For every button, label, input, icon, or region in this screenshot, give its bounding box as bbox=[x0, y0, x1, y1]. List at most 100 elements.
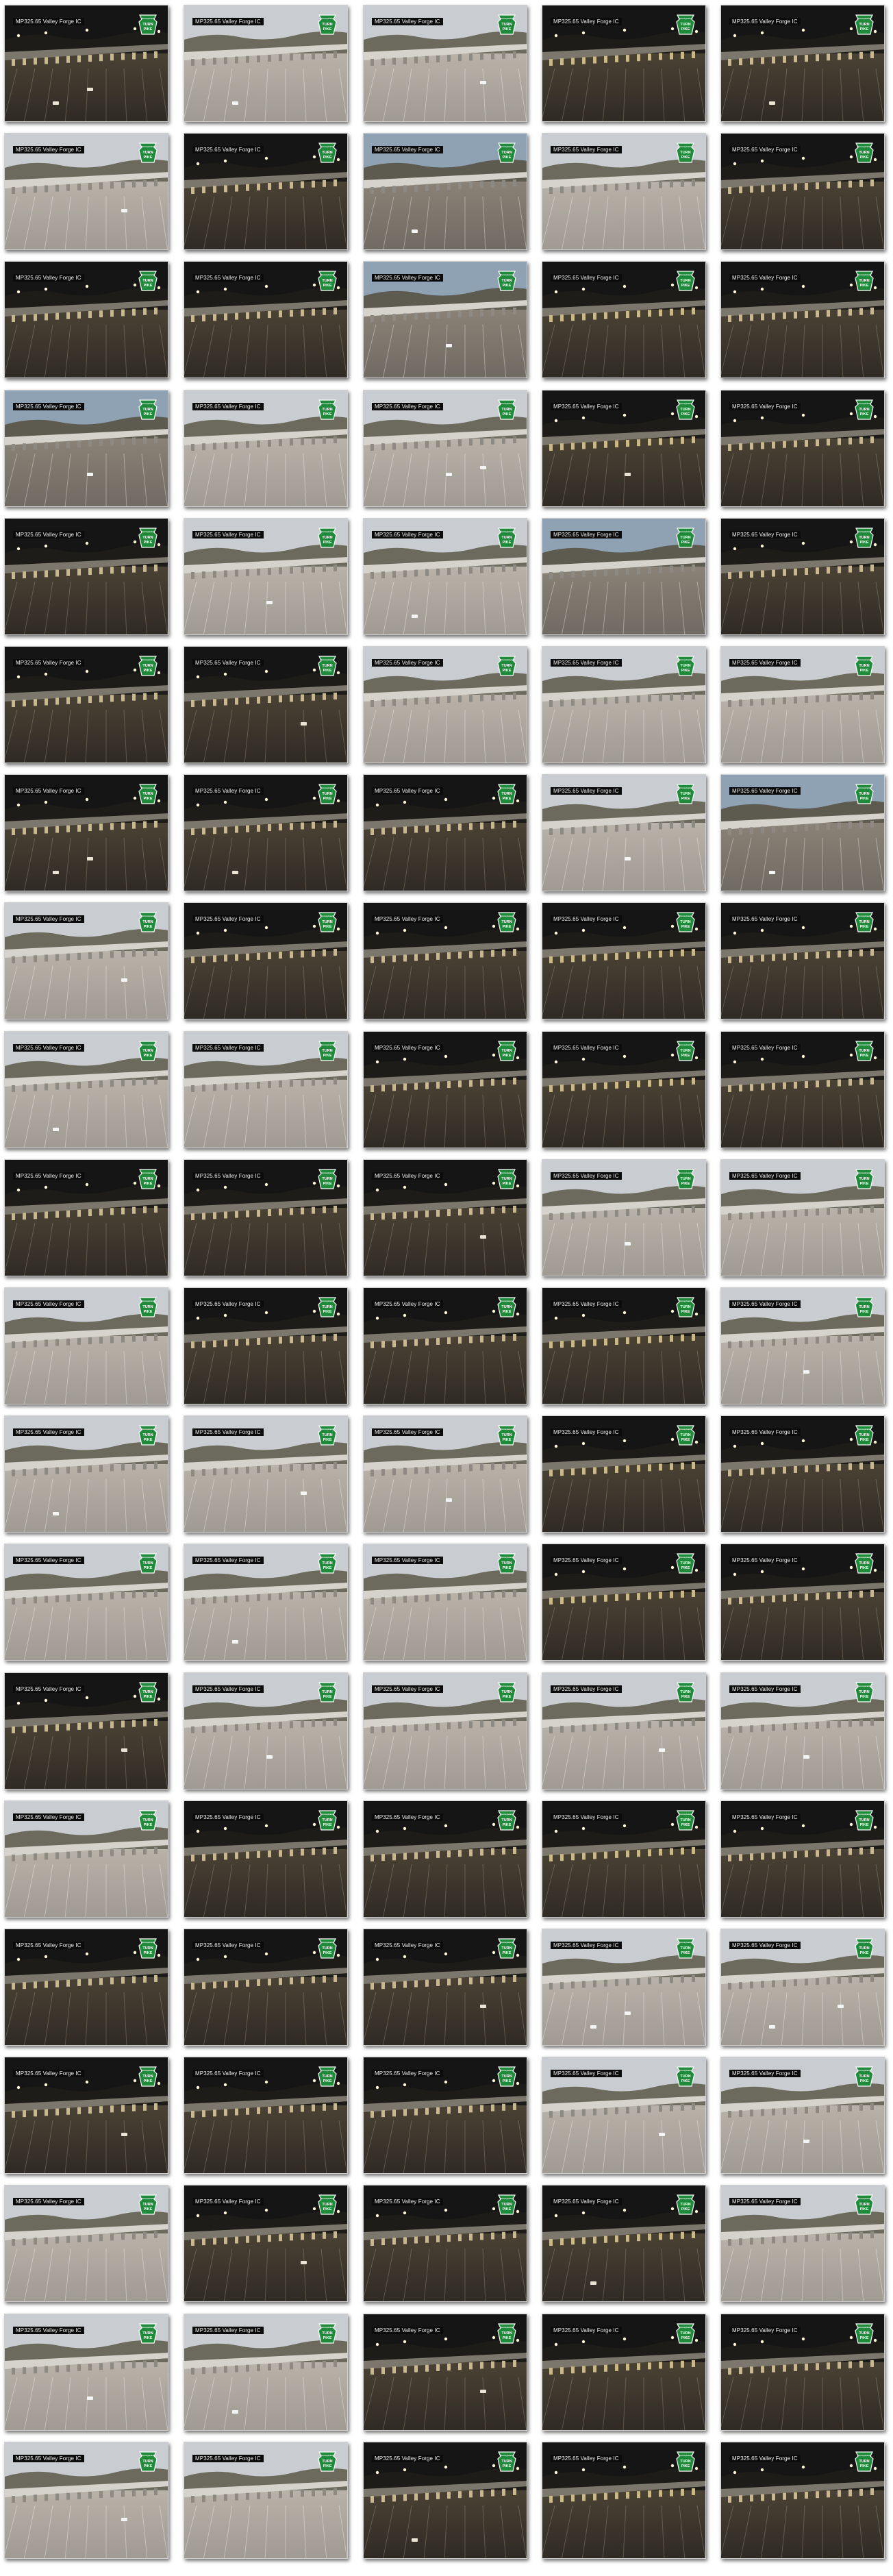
camera-thumbnail[interactable]: MP325.65 Valley Forge IC Pennsylvania TURN… bbox=[4, 646, 168, 763]
camera-thumbnail[interactable]: MP325.65 Valley Forge IC Pennsylvania TURN… bbox=[4, 1287, 168, 1404]
camera-thumbnail[interactable]: MP325.65 Valley Forge IC Pennsylvania TURN… bbox=[184, 774, 348, 891]
camera-thumbnail[interactable]: MP325.65 Valley Forge IC Pennsylvania TURN… bbox=[720, 2442, 885, 2559]
camera-thumbnail[interactable]: MP325.65 Valley Forge IC Pennsylvania TURN… bbox=[720, 390, 885, 507]
camera-thumbnail[interactable]: MP325.65 Valley Forge IC Pennsylvania TURN… bbox=[184, 1031, 348, 1148]
camera-thumbnail[interactable]: MP325.65 Valley Forge IC Pennsylvania TURN… bbox=[720, 1929, 885, 2046]
camera-thumbnail[interactable]: MP325.65 Valley Forge IC Pennsylvania TURN… bbox=[363, 261, 527, 378]
camera-thumbnail[interactable]: MP325.65 Valley Forge IC Pennsylvania TURN… bbox=[184, 5, 348, 122]
camera-thumbnail[interactable]: MP325.65 Valley Forge IC Pennsylvania TURN… bbox=[542, 261, 706, 378]
camera-thumbnail[interactable]: MP325.65 Valley Forge IC Pennsylvania TURN… bbox=[542, 1031, 706, 1148]
camera-thumbnail[interactable]: MP325.65 Valley Forge IC Pennsylvania TURN… bbox=[4, 2442, 168, 2559]
camera-thumbnail[interactable]: MP325.65 Valley Forge IC Pennsylvania TURN… bbox=[542, 2314, 706, 2431]
camera-thumbnail[interactable]: MP325.65 Valley Forge IC Pennsylvania TURN… bbox=[363, 2185, 527, 2302]
camera-thumbnail[interactable]: MP325.65 Valley Forge IC Pennsylvania TURN… bbox=[184, 1544, 348, 1661]
camera-thumbnail[interactable]: MP325.65 Valley Forge IC Pennsylvania TURN… bbox=[363, 1672, 527, 1789]
camera-thumbnail[interactable]: MP325.65 Valley Forge IC Pennsylvania TURN… bbox=[4, 1800, 168, 1918]
camera-thumbnail[interactable]: MP325.65 Valley Forge IC Pennsylvania TURN… bbox=[184, 2442, 348, 2559]
camera-thumbnail[interactable]: MP325.65 Valley Forge IC Pennsylvania TURN… bbox=[542, 2185, 706, 2302]
camera-thumbnail[interactable]: MP325.65 Valley Forge IC Pennsylvania TURN… bbox=[184, 1159, 348, 1276]
camera-thumbnail[interactable]: MP325.65 Valley Forge IC Pennsylvania TURN… bbox=[184, 1800, 348, 1918]
camera-thumbnail[interactable]: MP325.65 Valley Forge IC Pennsylvania TURN… bbox=[4, 2057, 168, 2174]
camera-thumbnail[interactable]: MP325.65 Valley Forge IC Pennsylvania TURN… bbox=[4, 1031, 168, 1148]
camera-thumbnail[interactable]: MP325.65 Valley Forge IC Pennsylvania TURN… bbox=[184, 1929, 348, 2046]
camera-thumbnail[interactable]: MP325.65 Valley Forge IC Pennsylvania TURN… bbox=[720, 133, 885, 250]
camera-thumbnail[interactable]: MP325.65 Valley Forge IC Pennsylvania TURN… bbox=[542, 390, 706, 507]
camera-thumbnail[interactable]: MP325.65 Valley Forge IC Pennsylvania TURN… bbox=[363, 1159, 527, 1276]
camera-thumbnail[interactable]: MP325.65 Valley Forge IC Pennsylvania TURN… bbox=[184, 646, 348, 763]
camera-thumbnail[interactable]: MP325.65 Valley Forge IC Pennsylvania TURN… bbox=[363, 1031, 527, 1148]
camera-thumbnail[interactable]: MP325.65 Valley Forge IC Pennsylvania TURN… bbox=[720, 1672, 885, 1789]
camera-thumbnail[interactable]: MP325.65 Valley Forge IC Pennsylvania TURN… bbox=[542, 518, 706, 635]
camera-thumbnail[interactable]: MP325.65 Valley Forge IC Pennsylvania TURN… bbox=[4, 2185, 168, 2302]
camera-thumbnail[interactable]: MP325.65 Valley Forge IC Pennsylvania TURN… bbox=[720, 902, 885, 1019]
camera-thumbnail[interactable]: MP325.65 Valley Forge IC Pennsylvania TURN… bbox=[4, 133, 168, 250]
camera-thumbnail[interactable]: MP325.65 Valley Forge IC Pennsylvania TURN… bbox=[184, 1415, 348, 1533]
camera-thumbnail[interactable]: MP325.65 Valley Forge IC Pennsylvania TURN… bbox=[720, 2314, 885, 2431]
camera-thumbnail[interactable]: MP325.65 Valley Forge IC Pennsylvania TURN… bbox=[363, 1800, 527, 1918]
camera-thumbnail[interactable]: MP325.65 Valley Forge IC Pennsylvania TURN… bbox=[363, 902, 527, 1019]
camera-thumbnail[interactable]: MP325.65 Valley Forge IC Pennsylvania TURN… bbox=[542, 1159, 706, 1276]
camera-thumbnail[interactable]: MP325.65 Valley Forge IC Pennsylvania TURN… bbox=[4, 774, 168, 891]
camera-thumbnail[interactable]: MP325.65 Valley Forge IC Pennsylvania TURN… bbox=[4, 1929, 168, 2046]
camera-thumbnail[interactable]: MP325.65 Valley Forge IC Pennsylvania TURN… bbox=[363, 390, 527, 507]
camera-thumbnail[interactable]: MP325.65 Valley Forge IC Pennsylvania TURN… bbox=[542, 133, 706, 250]
camera-thumbnail[interactable]: MP325.65 Valley Forge IC Pennsylvania TURN… bbox=[720, 1287, 885, 1404]
camera-thumbnail[interactable]: MP325.65 Valley Forge IC Pennsylvania TURN… bbox=[720, 518, 885, 635]
camera-thumbnail[interactable]: MP325.65 Valley Forge IC Pennsylvania TURN… bbox=[542, 1672, 706, 1789]
camera-thumbnail[interactable]: MP325.65 Valley Forge IC Pennsylvania TURN… bbox=[542, 1415, 706, 1533]
camera-thumbnail[interactable]: MP325.65 Valley Forge IC Pennsylvania TURN… bbox=[184, 1287, 348, 1404]
camera-thumbnail[interactable]: MP325.65 Valley Forge IC Pennsylvania TURN… bbox=[720, 774, 885, 891]
camera-thumbnail[interactable]: MP325.65 Valley Forge IC Pennsylvania TURN… bbox=[363, 5, 527, 122]
camera-thumbnail[interactable]: MP325.65 Valley Forge IC Pennsylvania TURN… bbox=[363, 2314, 527, 2431]
camera-thumbnail[interactable]: MP325.65 Valley Forge IC Pennsylvania TURN… bbox=[4, 5, 168, 122]
camera-thumbnail[interactable]: MP325.65 Valley Forge IC Pennsylvania TURN… bbox=[542, 1800, 706, 1918]
camera-thumbnail[interactable]: MP325.65 Valley Forge IC Pennsylvania TURN… bbox=[720, 1031, 885, 1148]
camera-thumbnail[interactable]: MP325.65 Valley Forge IC Pennsylvania TURN… bbox=[4, 1672, 168, 1789]
camera-thumbnail[interactable]: MP325.65 Valley Forge IC Pennsylvania TURN… bbox=[184, 133, 348, 250]
camera-thumbnail[interactable]: MP325.65 Valley Forge IC Pennsylvania TURN… bbox=[363, 2057, 527, 2174]
camera-thumbnail[interactable]: MP325.65 Valley Forge IC Pennsylvania TURN… bbox=[184, 518, 348, 635]
camera-thumbnail[interactable]: MP325.65 Valley Forge IC Pennsylvania TURN… bbox=[4, 1159, 168, 1276]
camera-thumbnail[interactable]: MP325.65 Valley Forge IC Pennsylvania TURN… bbox=[363, 1287, 527, 1404]
camera-thumbnail[interactable]: MP325.65 Valley Forge IC Pennsylvania TURN… bbox=[542, 774, 706, 891]
camera-thumbnail[interactable]: MP325.65 Valley Forge IC Pennsylvania TURN… bbox=[363, 133, 527, 250]
camera-thumbnail[interactable]: MP325.65 Valley Forge IC Pennsylvania TURN… bbox=[542, 1544, 706, 1661]
camera-thumbnail[interactable]: MP325.65 Valley Forge IC Pennsylvania TURN… bbox=[542, 646, 706, 763]
camera-thumbnail[interactable]: MP325.65 Valley Forge IC Pennsylvania TURN… bbox=[720, 2185, 885, 2302]
camera-thumbnail[interactable]: MP325.65 Valley Forge IC Pennsylvania TURN… bbox=[720, 5, 885, 122]
camera-thumbnail[interactable]: MP325.65 Valley Forge IC Pennsylvania TURN… bbox=[4, 390, 168, 507]
camera-thumbnail[interactable]: MP325.65 Valley Forge IC Pennsylvania TURN… bbox=[184, 2314, 348, 2431]
camera-thumbnail[interactable]: MP325.65 Valley Forge IC Pennsylvania TURN… bbox=[720, 2057, 885, 2174]
camera-thumbnail[interactable]: MP325.65 Valley Forge IC Pennsylvania TURN… bbox=[4, 518, 168, 635]
camera-thumbnail[interactable]: MP325.65 Valley Forge IC Pennsylvania TURN… bbox=[542, 2057, 706, 2174]
camera-thumbnail[interactable]: MP325.65 Valley Forge IC Pennsylvania TURN… bbox=[363, 2442, 527, 2559]
camera-thumbnail[interactable]: MP325.65 Valley Forge IC Pennsylvania TURN… bbox=[184, 390, 348, 507]
camera-thumbnail[interactable]: MP325.65 Valley Forge IC Pennsylvania TURN… bbox=[363, 774, 527, 891]
camera-thumbnail[interactable]: MP325.65 Valley Forge IC Pennsylvania TURN… bbox=[720, 1544, 885, 1661]
camera-thumbnail[interactable]: MP325.65 Valley Forge IC Pennsylvania TURN… bbox=[542, 1287, 706, 1404]
camera-thumbnail[interactable]: MP325.65 Valley Forge IC Pennsylvania TURN… bbox=[4, 2314, 168, 2431]
camera-thumbnail[interactable]: MP325.65 Valley Forge IC Pennsylvania TURN… bbox=[4, 261, 168, 378]
camera-thumbnail[interactable]: MP325.65 Valley Forge IC Pennsylvania TURN… bbox=[720, 1800, 885, 1918]
camera-thumbnail[interactable]: MP325.65 Valley Forge IC Pennsylvania TURN… bbox=[184, 902, 348, 1019]
camera-thumbnail[interactable]: MP325.65 Valley Forge IC Pennsylvania TURN… bbox=[542, 1929, 706, 2046]
camera-thumbnail[interactable]: MP325.65 Valley Forge IC Pennsylvania TURN… bbox=[363, 1544, 527, 1661]
camera-thumbnail[interactable]: MP325.65 Valley Forge IC Pennsylvania TURN… bbox=[542, 5, 706, 122]
camera-thumbnail[interactable]: MP325.65 Valley Forge IC Pennsylvania TURN… bbox=[363, 518, 527, 635]
camera-thumbnail[interactable]: MP325.65 Valley Forge IC Pennsylvania TURN… bbox=[363, 646, 527, 763]
camera-thumbnail[interactable]: MP325.65 Valley Forge IC Pennsylvania TURN… bbox=[363, 1929, 527, 2046]
camera-thumbnail[interactable]: MP325.65 Valley Forge IC Pennsylvania TURN… bbox=[720, 261, 885, 378]
camera-thumbnail[interactable]: MP325.65 Valley Forge IC Pennsylvania TURN… bbox=[184, 1672, 348, 1789]
camera-thumbnail[interactable]: MP325.65 Valley Forge IC Pennsylvania TURN… bbox=[542, 902, 706, 1019]
camera-thumbnail[interactable]: MP325.65 Valley Forge IC Pennsylvania TURN… bbox=[184, 2185, 348, 2302]
camera-thumbnail[interactable]: MP325.65 Valley Forge IC Pennsylvania TURN… bbox=[4, 902, 168, 1019]
camera-thumbnail[interactable]: MP325.65 Valley Forge IC Pennsylvania TURN… bbox=[184, 2057, 348, 2174]
camera-thumbnail[interactable]: MP325.65 Valley Forge IC Pennsylvania TURN… bbox=[720, 1159, 885, 1276]
camera-thumbnail[interactable]: MP325.65 Valley Forge IC Pennsylvania TURN… bbox=[720, 1415, 885, 1533]
camera-thumbnail[interactable]: MP325.65 Valley Forge IC Pennsylvania TURN… bbox=[4, 1544, 168, 1661]
camera-thumbnail[interactable]: MP325.65 Valley Forge IC Pennsylvania TURN… bbox=[4, 1415, 168, 1533]
camera-thumbnail[interactable]: MP325.65 Valley Forge IC Pennsylvania TURN… bbox=[363, 1415, 527, 1533]
camera-thumbnail[interactable]: MP325.65 Valley Forge IC Pennsylvania TURN… bbox=[184, 261, 348, 378]
camera-thumbnail[interactable]: MP325.65 Valley Forge IC Pennsylvania TURN… bbox=[542, 2442, 706, 2559]
camera-thumbnail[interactable]: MP325.65 Valley Forge IC Pennsylvania TURN… bbox=[720, 646, 885, 763]
